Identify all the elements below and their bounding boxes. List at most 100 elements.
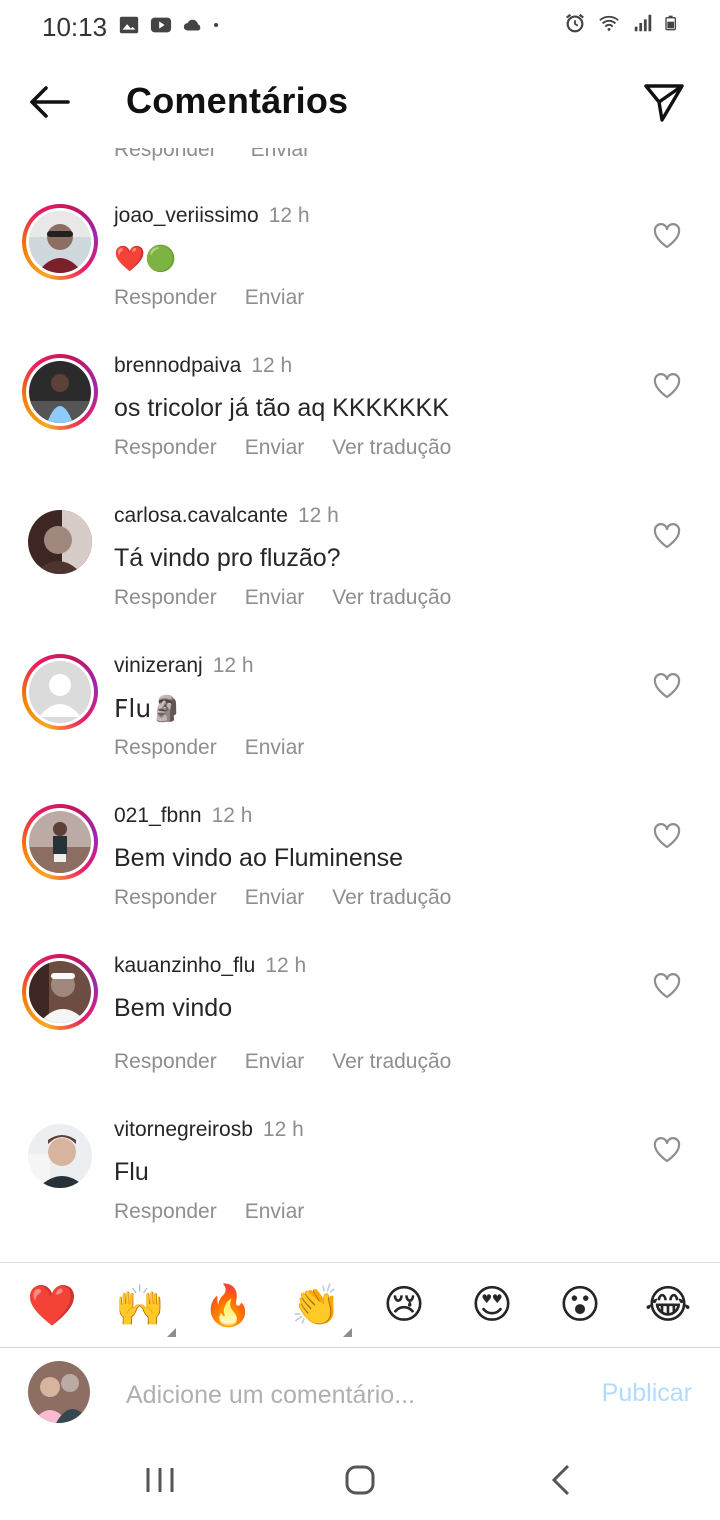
comment-text: ❤️🟢 [114,244,177,273]
heart-icon[interactable] [652,222,682,250]
send-button[interactable]: Enviar [245,1050,305,1073]
direct-send-icon[interactable] [642,80,686,124]
emoji-glyph: 👏 [291,1282,341,1329]
see-translation-button[interactable]: Ver tradução [332,586,451,609]
emoji-heart-eyes[interactable]: 😍 [462,1275,522,1335]
heart-icon[interactable] [652,972,682,1000]
see-translation-button[interactable]: Ver tradução [332,436,451,459]
emoji-crying-face[interactable]: 😢 [374,1275,434,1335]
signal-icon [634,14,652,32]
comment-time: 12 h [265,954,307,977]
emoji-tears-of-joy[interactable]: 😂 [638,1275,698,1335]
comment-username[interactable]: joao_veriissimo [114,204,259,227]
comment-time: 12 h [211,804,253,827]
publish-button[interactable]: Publicar [602,1379,692,1408]
avatar [29,211,91,273]
comment-time: 12 h [268,204,310,227]
comment-text: Bem vindo ao Fluminense [114,844,404,872]
default-avatar-icon [29,661,91,723]
comment-item: brennodpaiva 12 h os tricolor já tão aq K… [0,354,720,484]
emoji-open-mouth[interactable]: 😮 [550,1275,610,1335]
comment-item: carlosa.cavalcante 12 h Tá vindo pro fluz… [0,504,720,634]
status-right-icons [564,12,680,34]
comment-item: kauanzinho_flu 12 h Bem vindo Responder En… [0,954,720,1104]
send-button[interactable]: Enviar [245,886,305,909]
reply-button[interactable]: Responder [114,886,217,909]
comment-text: Bem vindo [114,994,233,1022]
emoji-red-heart[interactable]: ❤️ [22,1275,82,1335]
send-button[interactable]: Enviar [251,148,311,161]
recent-apps-icon[interactable] [140,1462,180,1498]
current-user-avatar [28,1361,90,1423]
comment-text: os tricolor já tão aq KKKKKKK [114,394,449,422]
comment-username[interactable]: brennodpaiva [114,354,241,377]
emoji-raising-hands[interactable]: 🙌 [110,1275,176,1337]
heart-icon[interactable] [652,1136,682,1164]
comment-header: vitornegreirosb 12 h [114,1118,304,1142]
comment-text: Flu🗿 [114,694,183,723]
comment-header: kauanzinho_flu 12 h [114,954,306,978]
send-button[interactable]: Enviar [245,586,305,609]
comment-username[interactable]: vitornegreirosb [114,1118,253,1141]
comment-actions: Responder Enviar Ver tradução [114,586,479,610]
header: Comentários [0,56,720,148]
heart-icon[interactable] [652,372,682,400]
emoji-glyph: 🙌 [115,1282,165,1329]
story-ring[interactable] [22,954,98,1030]
alarm-icon [566,13,584,33]
comment-username[interactable]: 021_fbnn [114,804,202,827]
back-nav-icon[interactable] [542,1462,582,1498]
send-button[interactable]: Enviar [245,1200,305,1223]
story-ring[interactable] [22,654,98,730]
reply-button[interactable]: Responder [114,436,217,459]
emoji-fire[interactable]: 🔥 [198,1275,258,1335]
avatar [29,961,91,1023]
comment-time: 12 h [212,654,254,677]
see-translation-button[interactable]: Ver tradução [332,1050,451,1073]
back-arrow-icon[interactable] [26,82,72,122]
comment-header: carlosa.cavalcante 12 h [114,504,339,528]
page-title: Comentários [126,80,349,121]
comment-composer: Publicar [0,1349,720,1439]
comment-input[interactable] [126,1375,556,1415]
send-button[interactable]: Enviar [245,286,305,309]
story-ring[interactable] [22,354,98,430]
heart-icon[interactable] [652,672,682,700]
reply-button[interactable]: Responder [114,586,217,609]
comment-actions: Responder Enviar [114,736,332,760]
heart-icon[interactable] [652,822,682,850]
avatar [29,361,91,423]
skin-tone-indicator-icon [167,1328,176,1337]
reply-button[interactable]: Responder [114,148,217,161]
story-ring[interactable] [22,204,98,280]
home-icon[interactable] [340,1462,380,1498]
reply-button[interactable]: Responder [114,736,217,759]
avatar-container[interactable] [22,1118,98,1194]
send-button[interactable]: Enviar [245,736,305,759]
reply-button[interactable]: Responder [114,286,217,309]
avatar [28,1124,92,1188]
reply-button[interactable]: Responder [114,1200,217,1223]
story-ring[interactable] [22,804,98,880]
reply-button[interactable]: Responder [114,1050,217,1073]
send-button[interactable]: Enviar [245,436,305,459]
emoji-clapping-hands[interactable]: 👏 [286,1275,352,1337]
comments-list[interactable]: Responder Enviar joao_veriissimo 12 h ❤️🟢… [0,148,720,1260]
comment-text: Flu [114,1158,149,1186]
comment-actions: Responder Enviar Ver tradução [114,886,479,910]
youtube-icon [150,17,172,33]
avatar [29,811,91,873]
comment-username[interactable]: carlosa.cavalcante [114,504,288,527]
comment-username[interactable]: vinizeranj [114,654,203,677]
see-translation-button[interactable]: Ver tradução [332,886,451,909]
comment-actions: Responder Enviar [114,286,332,310]
comment-username[interactable]: kauanzinho_flu [114,954,255,977]
comment-header: joao_veriissimo 12 h [114,204,310,228]
avatar [28,510,92,574]
dot-icon [214,22,219,28]
wifi-icon [599,15,619,31]
avatar-container[interactable] [22,504,98,580]
status-bar: 10:13 [0,0,720,56]
heart-icon[interactable] [652,522,682,550]
comment-item: vinizeranj 12 h Flu🗿 Responder Enviar [0,654,720,784]
